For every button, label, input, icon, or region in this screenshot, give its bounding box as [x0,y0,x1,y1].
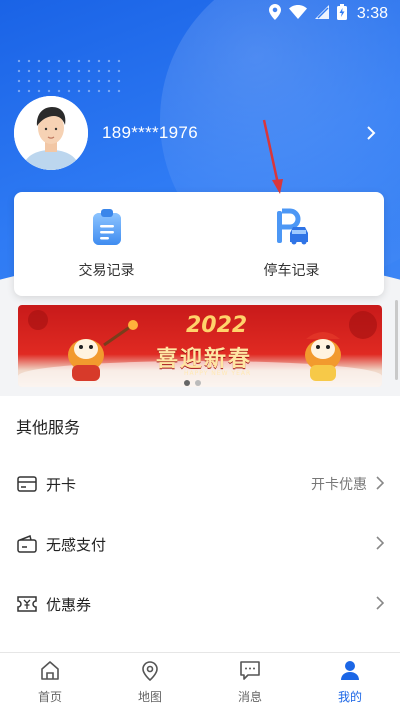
header-dot-pattern [14,56,124,96]
parking-records-button[interactable]: 停车记录 [199,192,384,296]
message-icon [239,659,261,685]
service-promo-text: 开卡优惠 [311,477,367,493]
parking-car-icon [272,208,312,250]
signal-icon [314,5,329,23]
tab-label: 首页 [37,689,62,704]
pagination-dot[interactable] [195,380,201,386]
transaction-records-button[interactable]: 交易记录 [14,192,199,296]
battery-icon [336,4,347,24]
avatar[interactable] [14,96,88,170]
quick-actions-card: 交易记录 停车记录 [14,192,384,296]
services-title: 其他服务 [16,418,81,437]
service-row-coupons[interactable]: 优惠券 [0,576,400,632]
banner-pagination[interactable] [184,380,201,386]
tiger-right [305,332,341,381]
service-row-open-card[interactable]: 开卡 开卡优惠 [0,456,400,512]
tab-label: 消息 [237,689,262,704]
chevron-right-icon [375,474,385,495]
scrollbar[interactable] [395,300,398,380]
promo-banner[interactable]: 2022 喜迎新春 HAPPY NEW YEAR [18,305,382,387]
parking-records-label: 停车记录 [263,263,320,279]
status-bar: 3:38 [0,0,400,28]
phone-number: 189****1976 [102,123,198,142]
tab-map[interactable]: 地图 [100,653,200,710]
service-label: 优惠券 [46,595,92,614]
tiger-left [68,320,138,381]
annotation-arrow [258,118,288,202]
card-icon [16,473,38,495]
tab-messages[interactable]: 消息 [200,653,300,710]
home-icon [39,659,61,685]
status-time: 3:38 [356,5,388,22]
tab-label: 地图 [137,689,162,704]
service-label: 开卡 [46,475,77,494]
tab-home[interactable]: 首页 [0,653,100,710]
user-icon [339,659,361,685]
chevron-right-icon [375,534,385,555]
bottom-tab-bar: 首页 地图 消息 我的 [0,652,400,710]
tab-mine[interactable]: 我的 [300,653,400,710]
wallet-icon [16,533,38,555]
profile-chevron-icon[interactable] [366,122,376,146]
transaction-records-label: 交易记录 [78,263,135,279]
service-label: 无感支付 [46,535,107,554]
map-pin-icon [139,659,161,685]
banner-subtitle: HAPPY NEW YEAR [184,370,252,377]
service-row-contactless-pay[interactable]: 无感支付 [0,516,400,572]
wifi-icon [288,5,307,23]
clipboard-icon [90,208,124,250]
banner-year: 2022 [186,313,248,338]
coupon-icon [16,593,38,615]
banner-title: 喜迎新春 [156,347,253,372]
location-icon [268,4,281,24]
tab-label: 我的 [337,689,362,704]
profile-row[interactable]: 189****1976 [14,96,198,170]
chevron-right-icon [375,594,385,615]
other-services: 其他服务 开卡 开卡优惠 无感支付 优惠券 [0,396,400,656]
pagination-dot-active[interactable] [184,380,190,386]
